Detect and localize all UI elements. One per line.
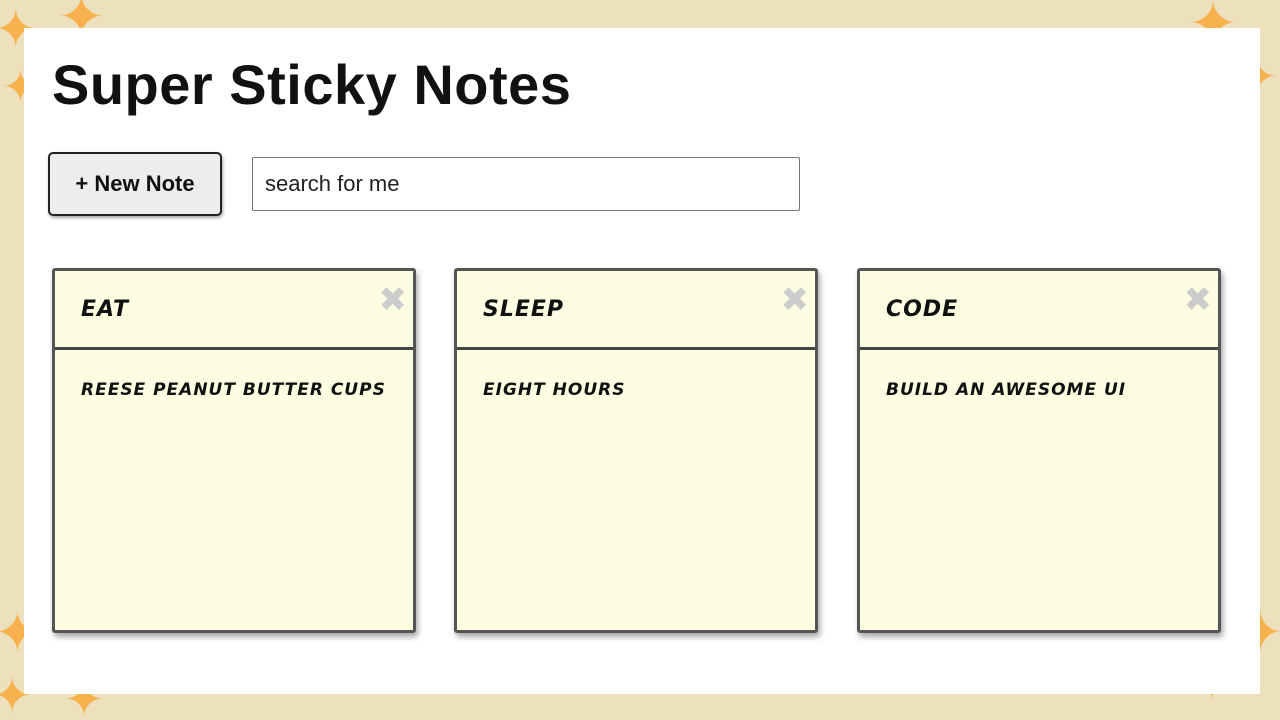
note-card-code: CODE ✖ BUILD AN AWESOME UI: [857, 268, 1221, 633]
note-body[interactable]: EIGHT HOURS: [457, 350, 815, 430]
note-title[interactable]: CODE: [886, 297, 958, 322]
note-body[interactable]: REESE PEANUT BUTTER CUPS: [55, 350, 413, 430]
note-card-sleep: SLEEP ✖ EIGHT HOURS: [454, 268, 818, 633]
close-icon[interactable]: ✖: [379, 283, 408, 317]
note-card-eat: EAT ✖ REESE PEANUT BUTTER CUPS: [52, 268, 416, 633]
note-header: SLEEP ✖: [457, 271, 815, 350]
note-body[interactable]: BUILD AN AWESOME UI: [860, 350, 1218, 430]
note-title[interactable]: SLEEP: [483, 297, 564, 322]
close-icon[interactable]: ✖: [781, 283, 810, 317]
note-title[interactable]: EAT: [81, 297, 129, 322]
close-icon[interactable]: ✖: [1184, 283, 1213, 317]
new-note-button[interactable]: + New Note: [48, 152, 222, 216]
search-input[interactable]: [252, 157, 800, 211]
main-panel: Super Sticky Notes + New Note EAT ✖ REES…: [24, 28, 1260, 694]
page-title: Super Sticky Notes: [52, 53, 572, 116]
note-header: EAT ✖: [55, 271, 413, 350]
note-header: CODE ✖: [860, 271, 1218, 350]
